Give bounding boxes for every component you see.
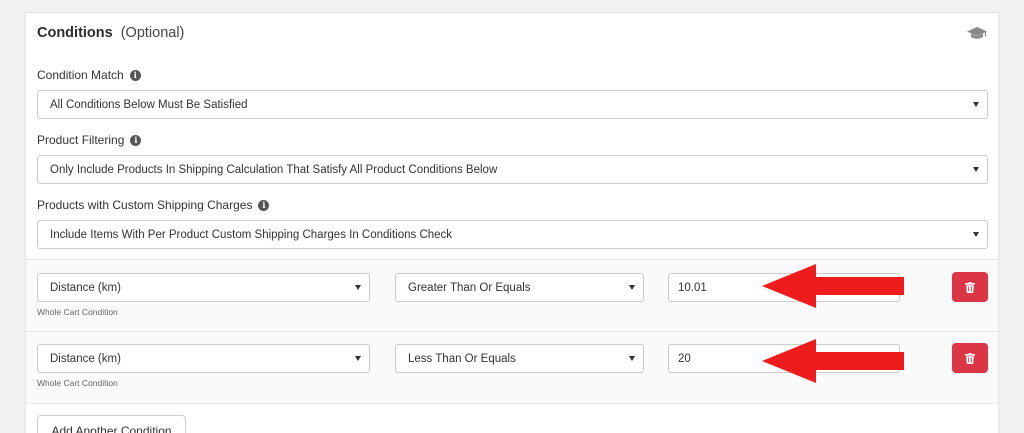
info-icon: i: [130, 134, 142, 146]
product-filtering-label: Product Filtering i: [37, 133, 142, 147]
trash-icon: [965, 281, 975, 293]
condition-match-label-text: Condition Match: [37, 68, 124, 82]
trash-icon: [965, 352, 975, 364]
chevron-down-icon: [973, 232, 979, 237]
condition-type-hint: Whole Cart Condition: [37, 307, 118, 317]
product-filtering-select[interactable]: Only Include Products In Shipping Calcul…: [37, 155, 988, 184]
condition-operator-select[interactable]: Less Than Or Equals: [395, 344, 644, 373]
condition-type-select[interactable]: Distance (km): [37, 273, 370, 302]
delete-condition-button[interactable]: [952, 272, 988, 302]
chevron-down-icon: [629, 285, 635, 290]
condition-operator-select[interactable]: Greater Than Or Equals: [395, 273, 644, 302]
add-condition-label: Add Another Condition: [51, 424, 172, 433]
info-icon: i: [129, 69, 141, 81]
condition-type-hint: Whole Cart Condition: [37, 378, 118, 388]
condition-value-text: 20: [678, 352, 691, 365]
panel-subtitle: (Optional): [120, 25, 185, 41]
panel-header: Conditions (Optional): [37, 25, 184, 47]
condition-match-value: All Conditions Below Must Be Satisfied: [50, 98, 248, 111]
custom-charges-value: Include Items With Per Product Custom Sh…: [50, 228, 453, 241]
condition-type-select[interactable]: Distance (km): [37, 344, 370, 373]
condition-match-label: Condition Match i: [37, 68, 141, 82]
graduation-cap-icon[interactable]: [967, 27, 987, 41]
divider: [26, 403, 998, 404]
custom-charges-label-text: Products with Custom Shipping Charges: [37, 198, 253, 212]
condition-type-value: Distance (km): [50, 352, 121, 365]
condition-match-select[interactable]: All Conditions Below Must Be Satisfied: [37, 90, 988, 119]
condition-operator-value: Greater Than Or Equals: [408, 281, 531, 294]
custom-charges-label: Products with Custom Shipping Charges i: [37, 198, 270, 212]
condition-value-text: 10.01: [678, 281, 707, 294]
panel-title: Conditions: [37, 25, 113, 41]
chevron-down-icon: [973, 167, 979, 172]
condition-type-value: Distance (km): [50, 281, 121, 294]
annotation-arrow: [762, 339, 904, 383]
product-filtering-label-text: Product Filtering: [37, 133, 125, 147]
condition-operator-value: Less Than Or Equals: [408, 352, 516, 365]
delete-condition-button[interactable]: [952, 343, 988, 373]
custom-charges-select[interactable]: Include Items With Per Product Custom Sh…: [37, 220, 988, 249]
annotation-arrow: [762, 264, 904, 308]
chevron-down-icon: [629, 356, 635, 361]
chevron-down-icon: [355, 356, 361, 361]
product-filtering-value: Only Include Products In Shipping Calcul…: [50, 163, 498, 176]
chevron-down-icon: [973, 102, 979, 107]
info-icon: i: [258, 199, 270, 211]
add-condition-button[interactable]: Add Another Condition: [37, 415, 186, 433]
chevron-down-icon: [355, 285, 361, 290]
